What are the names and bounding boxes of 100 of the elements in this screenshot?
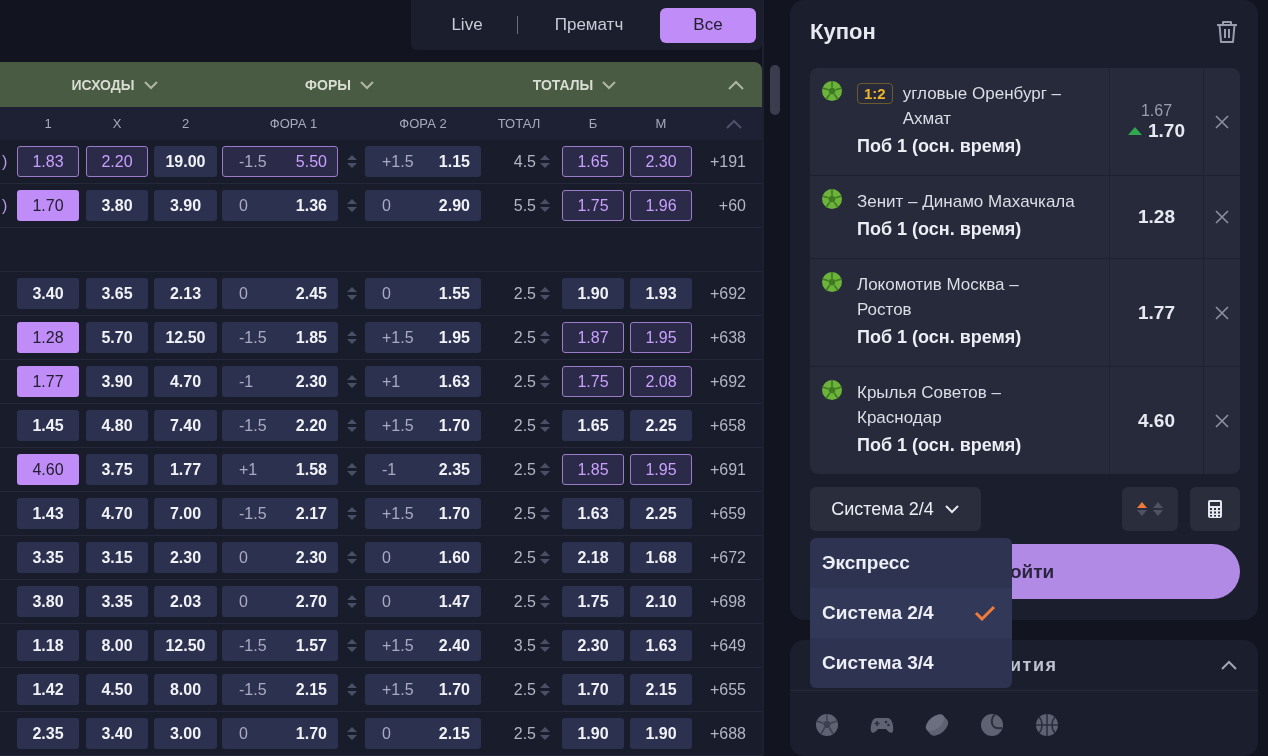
up-down-arrows-icon[interactable]: [345, 507, 358, 520]
odds-button[interactable]: 1.77: [154, 454, 217, 485]
odds-button[interactable]: 1.63: [562, 498, 624, 529]
odds-button[interactable]: -1 2.35: [365, 454, 481, 485]
more-markets-link[interactable]: +692: [709, 372, 760, 391]
odds-button[interactable]: 8.00: [86, 630, 148, 661]
mode-tab[interactable]: Live: [417, 7, 517, 43]
odds-button[interactable]: 12.50: [154, 322, 217, 353]
odds-button[interactable]: +1.5 1.95: [365, 322, 481, 353]
odds-button[interactable]: -1.5 1.85: [222, 322, 338, 353]
odds-button[interactable]: 2.30: [154, 542, 217, 573]
more-markets-link[interactable]: +638: [709, 328, 760, 347]
odds-button[interactable]: 3.90: [86, 366, 148, 397]
odds-button[interactable]: 19.00: [154, 146, 217, 177]
odds-button[interactable]: +1.5 1.70: [365, 674, 481, 705]
up-down-arrows-icon[interactable]: [345, 595, 358, 608]
odds-button[interactable]: 3.80: [86, 190, 148, 221]
up-down-arrows-icon[interactable]: [539, 331, 551, 344]
close-icon[interactable]: [1215, 413, 1229, 428]
odds-button[interactable]: 3.80: [17, 586, 79, 617]
odds-button[interactable]: 4.70: [154, 366, 217, 397]
menu-item[interactable]: Система 3/4: [810, 638, 1012, 688]
odds-button[interactable]: 12.50: [154, 630, 217, 661]
up-down-arrows-icon[interactable]: [539, 507, 551, 520]
up-down-arrows-icon[interactable]: [539, 419, 551, 432]
odds-button[interactable]: 0 2.70: [222, 586, 338, 617]
up-down-arrows-icon[interactable]: [539, 727, 551, 740]
market-group-toggle[interactable]: ФОРЫ: [305, 76, 375, 93]
odds-button[interactable]: 0 1.36: [222, 190, 338, 221]
odds-button[interactable]: 1.93: [630, 278, 692, 309]
odds-button[interactable]: 1.77: [17, 366, 79, 397]
odds-button[interactable]: 2.25: [630, 498, 692, 529]
odds-button[interactable]: 2.30: [562, 630, 624, 661]
odds-button[interactable]: 1.43: [17, 498, 79, 529]
more-markets-link[interactable]: +688: [709, 724, 760, 743]
odds-button[interactable]: 0 1.70: [222, 718, 338, 749]
odds-button[interactable]: 3.35: [17, 542, 79, 573]
more-markets-link[interactable]: +659: [709, 504, 760, 523]
odds-button[interactable]: 1.28: [17, 322, 79, 353]
more-markets-link[interactable]: +60: [718, 196, 760, 215]
trash-icon[interactable]: [1216, 20, 1238, 44]
odds-button[interactable]: -1.5 1.57: [222, 630, 338, 661]
soccer-ball-icon[interactable]: [815, 713, 839, 737]
up-down-arrows-icon[interactable]: [539, 595, 551, 608]
up-down-arrows-icon[interactable]: [539, 199, 551, 212]
odds-button[interactable]: 7.40: [154, 410, 217, 441]
up-down-arrows-icon[interactable]: [539, 639, 551, 652]
up-down-arrows-icon[interactable]: [345, 155, 358, 168]
up-down-arrows-icon[interactable]: [539, 155, 551, 168]
tennis-ball-icon[interactable]: [980, 713, 1004, 737]
up-down-arrows-icon[interactable]: [539, 287, 551, 300]
odds-button[interactable]: 0 1.60: [365, 542, 481, 573]
more-markets-link[interactable]: +672: [709, 548, 760, 567]
odds-button[interactable]: 7.00: [154, 498, 217, 529]
odds-button[interactable]: 1.70: [562, 674, 624, 705]
mode-tab[interactable]: Все: [660, 7, 756, 43]
market-group-toggle[interactable]: ТОТАЛЫ: [532, 76, 618, 93]
odds-button[interactable]: 2.20: [86, 146, 148, 177]
odds-button[interactable]: -1.5 2.17: [222, 498, 338, 529]
odds-button[interactable]: 4.80: [86, 410, 148, 441]
odds-button[interactable]: 1.90: [630, 718, 692, 749]
odds-button[interactable]: 3.35: [86, 586, 148, 617]
odds-button[interactable]: -1.5 2.20: [222, 410, 338, 441]
odds-button[interactable]: 2.30: [630, 146, 692, 177]
odds-button[interactable]: 1.63: [630, 630, 692, 661]
more-markets-link[interactable]: +655: [709, 680, 760, 699]
odds-button[interactable]: 0 1.55: [365, 278, 481, 309]
up-down-arrows-icon[interactable]: [345, 375, 358, 388]
odds-button[interactable]: 2.25: [630, 410, 692, 441]
close-icon[interactable]: [1215, 305, 1229, 320]
odds-button[interactable]: 0 2.15: [365, 718, 481, 749]
up-down-arrows-icon[interactable]: [345, 727, 358, 740]
market-group-toggle[interactable]: ИСХОДЫ: [71, 76, 159, 93]
odds-button[interactable]: 1.70: [17, 190, 79, 221]
odds-button[interactable]: 1.85: [562, 454, 624, 485]
up-down-arrows-icon[interactable]: [345, 683, 358, 696]
odds-button[interactable]: 0 1.47: [365, 586, 481, 617]
odds-button[interactable]: 2.08: [630, 366, 692, 397]
odds-button[interactable]: +1.5 1.70: [365, 410, 481, 441]
odds-button[interactable]: +1 1.58: [222, 454, 338, 485]
odds-button[interactable]: 0 2.90: [365, 190, 481, 221]
odds-button[interactable]: 5.70: [86, 322, 148, 353]
chevron-up-icon[interactable]: [1220, 658, 1238, 672]
odds-button[interactable]: -1.5 2.15: [222, 674, 338, 705]
up-down-arrows-icon[interactable]: [345, 331, 358, 344]
odds-button[interactable]: +1.5 1.70: [365, 498, 481, 529]
odds-button[interactable]: 3.90: [154, 190, 217, 221]
odds-button[interactable]: 1.95: [630, 454, 692, 485]
more-markets-link[interactable]: +692: [709, 284, 760, 303]
odds-button[interactable]: 1.75: [562, 190, 624, 221]
up-down-arrows-icon[interactable]: [345, 463, 358, 476]
odds-button[interactable]: 3.40: [86, 718, 148, 749]
odds-button[interactable]: 8.00: [154, 674, 217, 705]
more-markets-link[interactable]: +698: [709, 592, 760, 611]
odds-button[interactable]: 2.35: [17, 718, 79, 749]
up-down-arrows-icon[interactable]: [539, 683, 551, 696]
odds-button[interactable]: 3.15: [86, 542, 148, 573]
odds-button[interactable]: -1.5 5.50: [222, 146, 338, 177]
odds-button[interactable]: 1.42: [17, 674, 79, 705]
odds-button[interactable]: +1.5 2.40: [365, 630, 481, 661]
